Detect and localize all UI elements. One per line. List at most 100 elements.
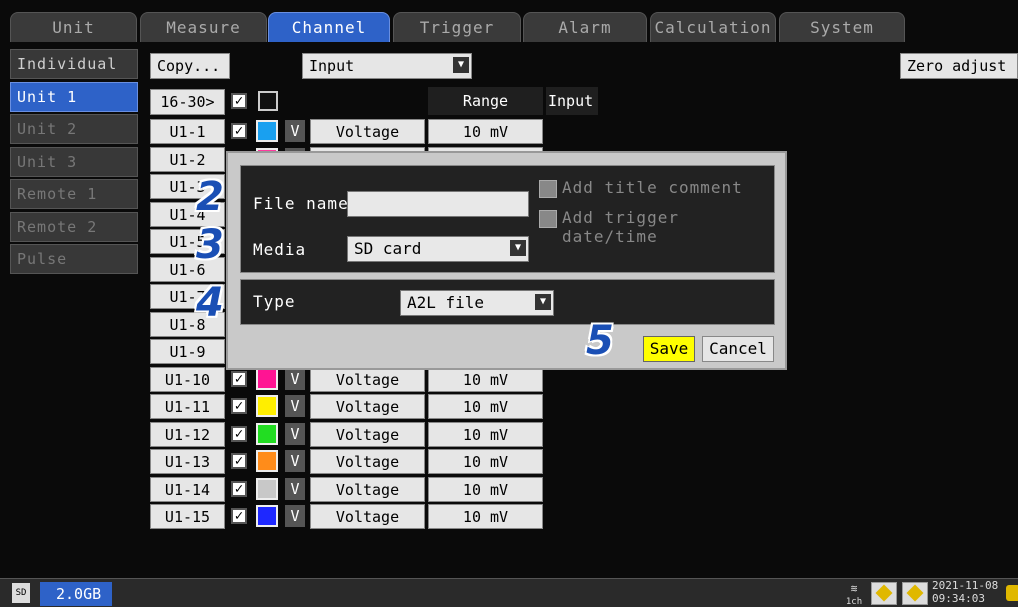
voltage-type-icon: V bbox=[285, 367, 305, 390]
range-cell[interactable]: 10 mV bbox=[428, 504, 543, 529]
range-cell[interactable]: 10 mV bbox=[428, 449, 543, 474]
input-column-header: Input bbox=[546, 87, 598, 115]
input-type-cell[interactable]: Voltage bbox=[310, 504, 425, 529]
channel-label: U1-15 bbox=[150, 504, 225, 529]
chevron-down-icon: ▼ bbox=[510, 240, 526, 256]
save-dialog: File name Add title comment Add trigger … bbox=[226, 151, 787, 370]
input-type-cell[interactable]: Voltage bbox=[310, 476, 425, 502]
zero-adjust-button[interactable]: Zero adjust bbox=[900, 53, 1018, 79]
chevron-down-icon: ▼ bbox=[535, 294, 551, 310]
lan-icon-shape bbox=[906, 584, 924, 602]
add-title-comment-checkbox[interactable] bbox=[539, 180, 557, 198]
voltage-type-icon: V bbox=[285, 505, 305, 527]
clock-time: 09:34:03 bbox=[932, 592, 985, 605]
channel-enable-checkbox[interactable]: ✓ bbox=[231, 370, 247, 387]
range-page-button[interactable]: 16-30> bbox=[150, 89, 225, 115]
tab-channel[interactable]: Channel bbox=[268, 12, 390, 42]
battery-icon bbox=[1006, 585, 1018, 601]
input-type-cell[interactable]: Voltage bbox=[310, 449, 425, 474]
channel-enable-checkbox[interactable]: ✓ bbox=[231, 398, 247, 414]
mode-select-value: Input bbox=[309, 57, 355, 75]
status-bar: SD 2.0GB ≋ 1ch 2021-11-08 09:34:03 bbox=[0, 578, 1018, 607]
sidebar-item-unit-1[interactable]: Unit 1 bbox=[10, 81, 138, 112]
save-button[interactable]: Save bbox=[643, 336, 695, 362]
sidebar-item-unit-3[interactable]: Unit 3 bbox=[10, 146, 138, 177]
add-trigger-datetime-label: Add trigger date/time bbox=[562, 208, 679, 246]
channel-label: U1-13 bbox=[150, 449, 225, 474]
wifi-icon: ≋ bbox=[850, 582, 858, 595]
file-name-input[interactable] bbox=[347, 191, 529, 217]
type-panel: Type A2L file ▼ bbox=[240, 279, 775, 325]
tab-trigger[interactable]: Trigger bbox=[393, 12, 521, 42]
tab-alarm[interactable]: Alarm bbox=[523, 12, 647, 42]
type-label: Type bbox=[253, 292, 296, 311]
channel-color-swatch[interactable] bbox=[256, 477, 278, 500]
step-number-4: 4 bbox=[196, 280, 224, 326]
sidebar-item-pulse[interactable]: Pulse bbox=[10, 244, 138, 274]
channel-label: U1-11 bbox=[150, 394, 225, 419]
channel-color-swatch[interactable] bbox=[256, 395, 278, 417]
input-type-cell[interactable]: Voltage bbox=[310, 366, 425, 392]
channel-color-swatch[interactable] bbox=[256, 450, 278, 472]
tab-unit[interactable]: Unit bbox=[10, 12, 137, 42]
voltage-type-icon: V bbox=[285, 395, 305, 417]
voltage-type-icon: V bbox=[285, 477, 305, 500]
channel-label: U1-14 bbox=[150, 476, 225, 502]
range-cell[interactable]: 10 mV bbox=[428, 476, 543, 502]
clock-date: 2021-11-08 bbox=[932, 579, 999, 592]
range-cell[interactable]: 10 mV bbox=[428, 394, 543, 419]
channel-label: U1-2 bbox=[150, 146, 225, 172]
tab-calculation[interactable]: Calculation bbox=[650, 12, 776, 42]
add-title-comment-label: Add title comment bbox=[562, 178, 743, 197]
sidebar-item-unit-2[interactable]: Unit 2 bbox=[10, 114, 138, 144]
copy-button[interactable]: Copy... bbox=[150, 53, 230, 79]
input-type-cell[interactable]: Voltage bbox=[310, 421, 425, 447]
network-icon bbox=[871, 582, 897, 605]
channel-enable-checkbox[interactable]: ✓ bbox=[231, 480, 247, 497]
range-cell[interactable]: 10 mV bbox=[428, 119, 543, 144]
channel-color-swatch[interactable] bbox=[256, 422, 278, 445]
channel-count-label: 1ch bbox=[845, 597, 863, 607]
sidebar-item-remote-1[interactable]: Remote 1 bbox=[10, 179, 138, 209]
channel-color-swatch[interactable] bbox=[256, 505, 278, 527]
voltage-type-icon: V bbox=[285, 422, 305, 445]
media-label: Media bbox=[253, 240, 307, 259]
range-cell[interactable]: 10 mV bbox=[428, 366, 543, 392]
network-icon-shape bbox=[875, 584, 893, 602]
file-panel: File name Add title comment Add trigger … bbox=[240, 165, 775, 273]
channel-enable-checkbox[interactable]: ✓ bbox=[231, 453, 247, 469]
channel-enable-checkbox[interactable]: ✓ bbox=[231, 508, 247, 524]
color-all-box[interactable] bbox=[258, 91, 278, 111]
channel-color-swatch[interactable] bbox=[256, 367, 278, 390]
channel-enable-checkbox[interactable]: ✓ bbox=[231, 425, 247, 442]
channel-color-swatch[interactable] bbox=[256, 120, 278, 142]
step-number-3: 3 bbox=[196, 222, 224, 268]
screen: Unit Measure Channel Trigger Alarm Calculatio… bbox=[0, 0, 1018, 607]
sidebar-item-remote-2[interactable]: Remote 2 bbox=[10, 211, 138, 242]
select-all-checkbox[interactable]: ✓ bbox=[231, 93, 247, 109]
chevron-down-icon: ▼ bbox=[453, 57, 469, 73]
range-cell[interactable]: 10 mV bbox=[428, 421, 543, 447]
storage-indicator: 2.0GB bbox=[40, 582, 112, 606]
voltage-type-icon: V bbox=[285, 120, 305, 142]
channel-label: U1-1 bbox=[150, 119, 225, 144]
range-column-header: Range bbox=[428, 87, 543, 115]
channel-enable-checkbox[interactable]: ✓ bbox=[231, 123, 247, 139]
step-number-2: 2 bbox=[196, 174, 224, 220]
channel-label: U1-10 bbox=[150, 366, 225, 392]
file-name-label: File name bbox=[253, 194, 349, 213]
input-type-cell[interactable]: Voltage bbox=[310, 394, 425, 419]
add-trigger-datetime-checkbox[interactable] bbox=[539, 210, 557, 228]
lan-icon bbox=[902, 582, 928, 605]
channel-label: U1-9 bbox=[150, 339, 225, 364]
tab-system[interactable]: System bbox=[779, 12, 905, 42]
sidebar-item-individual[interactable]: Individual bbox=[10, 49, 138, 79]
media-select[interactable]: SD card ▼ bbox=[347, 236, 529, 262]
sd-card-icon: SD bbox=[12, 583, 30, 603]
input-type-cell[interactable]: Voltage bbox=[310, 119, 425, 144]
tab-measure[interactable]: Measure bbox=[140, 12, 267, 42]
voltage-type-icon: V bbox=[285, 450, 305, 472]
cancel-button[interactable]: Cancel bbox=[702, 336, 774, 362]
type-select[interactable]: A2L file ▼ bbox=[400, 290, 554, 316]
mode-select[interactable]: Input ▼ bbox=[302, 53, 472, 79]
